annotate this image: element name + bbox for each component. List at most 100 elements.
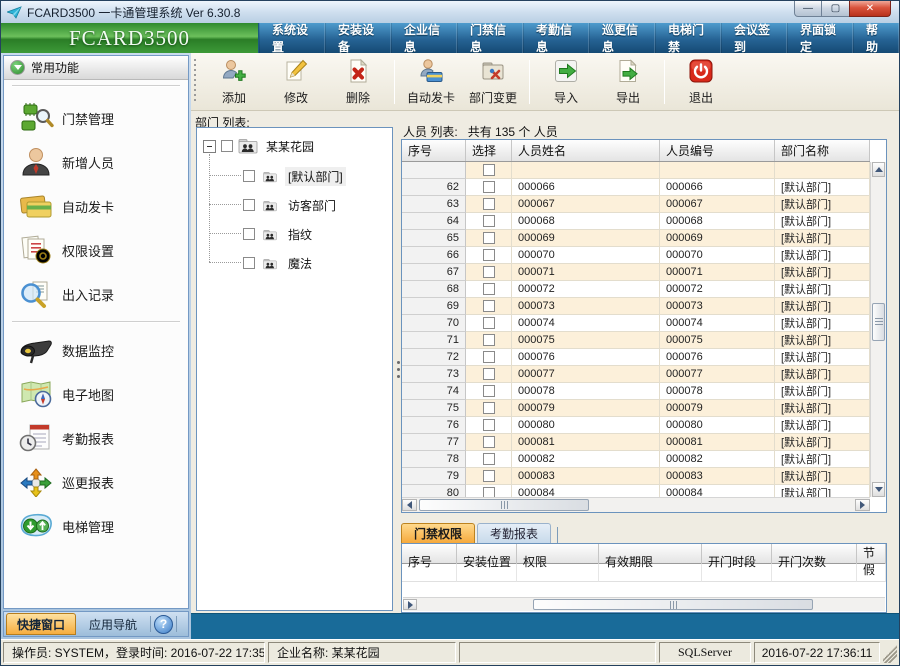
cell-select[interactable] [466, 247, 512, 264]
column-header-5[interactable]: 部门名称 [775, 140, 870, 161]
menu-item-6[interactable]: 巡更信息 [589, 23, 655, 53]
tab-app-navigation[interactable]: 应用导航 [79, 613, 147, 635]
column-header-2[interactable]: 选择 [466, 140, 512, 161]
resize-grip[interactable] [883, 642, 897, 663]
scroll-right-icon[interactable] [855, 499, 870, 511]
row-checkbox[interactable] [483, 283, 495, 295]
toolbar-button-5[interactable]: 部门变更 [462, 56, 524, 108]
row-checkbox[interactable] [483, 249, 495, 261]
table-row[interactable]: 66000070000070[默认部门] [402, 247, 870, 264]
table-row[interactable]: 62000066000066[默认部门] [402, 179, 870, 196]
row-checkbox[interactable] [483, 181, 495, 193]
row-checkbox[interactable] [483, 351, 495, 363]
cell-select[interactable] [466, 264, 512, 281]
cell-select[interactable] [466, 434, 512, 451]
tree-node-1[interactable]: [默认部门] [243, 166, 346, 186]
column-header-4[interactable]: 人员编号 [660, 140, 775, 161]
table-row[interactable]: 76000080000080[默认部门] [402, 417, 870, 434]
close-button[interactable]: ✕ [849, 1, 891, 17]
sidebar-item-4[interactable]: 权限设置 [4, 228, 188, 272]
cell-select[interactable] [466, 196, 512, 213]
cell-select[interactable] [466, 298, 512, 315]
tree-node-checkbox[interactable] [243, 170, 255, 182]
menu-item-1[interactable]: 系统设置 [259, 23, 325, 53]
tree-node-3[interactable]: 指纹 [243, 224, 315, 244]
cell-select[interactable] [466, 230, 512, 247]
cell-select[interactable] [466, 213, 512, 230]
table-row[interactable]: 63000067000067[默认部门] [402, 196, 870, 213]
tree-node-checkbox[interactable] [243, 228, 255, 240]
tab-quick-window[interactable]: 快捷窗口 [6, 613, 76, 635]
table-row[interactable]: 79000083000083[默认部门] [402, 468, 870, 485]
sidebar-item-8[interactable]: 考勤报表 [4, 416, 188, 460]
maximize-button[interactable]: ▢ [822, 1, 849, 17]
menu-item-2[interactable]: 安装设备 [325, 23, 391, 53]
sidebar-item-10[interactable]: 电梯管理 [4, 504, 188, 548]
cell-select[interactable] [466, 332, 512, 349]
sidebar-item-9[interactable]: 巡更报表 [4, 460, 188, 504]
scroll-left-icon[interactable] [402, 499, 417, 511]
horizontal-scrollbar[interactable] [402, 497, 870, 512]
row-checkbox[interactable] [483, 300, 495, 312]
tree-root-checkbox[interactable] [221, 140, 233, 152]
table-row[interactable]: 69000073000073[默认部门] [402, 298, 870, 315]
help-icon[interactable]: ? [154, 615, 173, 634]
row-checkbox[interactable] [483, 470, 495, 482]
hscroll-thumb[interactable] [419, 499, 589, 511]
row-checkbox[interactable] [483, 453, 495, 465]
sidebar-item-3[interactable]: 自动发卡 [4, 184, 188, 228]
table-row[interactable]: 77000081000081[默认部门] [402, 434, 870, 451]
perm-empty-row[interactable] [402, 564, 886, 582]
filter-checkbox-cell[interactable] [466, 162, 512, 179]
toolbar-button-4[interactable]: 自动发卡 [400, 56, 462, 108]
menu-item-right-1[interactable]: 界面锁定 [787, 23, 853, 53]
table-row[interactable]: 78000082000082[默认部门] [402, 451, 870, 468]
column-header-1[interactable]: 序号 [402, 140, 466, 161]
perm-horizontal-scrollbar[interactable] [403, 597, 885, 611]
table-row[interactable]: 65000069000069[默认部门] [402, 230, 870, 247]
sidebar-item-6[interactable]: 数据监控 [4, 328, 188, 372]
row-checkbox[interactable] [483, 215, 495, 227]
table-row[interactable]: 72000076000076[默认部门] [402, 349, 870, 366]
tree-node-checkbox[interactable] [243, 257, 255, 269]
cell-select[interactable] [466, 451, 512, 468]
toolbar-button-7[interactable]: 导出 [597, 56, 659, 108]
table-row[interactable]: 70000074000074[默认部门] [402, 315, 870, 332]
tab-attendance-report[interactable]: 考勤报表 [477, 523, 551, 543]
row-checkbox[interactable] [483, 487, 495, 497]
vscroll-thumb[interactable] [872, 303, 885, 341]
row-checkbox[interactable] [483, 368, 495, 380]
table-row[interactable]: 74000078000078[默认部门] [402, 383, 870, 400]
row-checkbox[interactable] [483, 334, 495, 346]
menu-item-right-2[interactable]: 帮助 [853, 23, 899, 53]
menu-item-4[interactable]: 门禁信息 [457, 23, 523, 53]
collapse-arrow-icon[interactable] [10, 60, 25, 75]
scroll-down-icon[interactable] [872, 482, 885, 497]
toolbar-button-3[interactable]: 删除 [327, 56, 389, 108]
tree-node-4[interactable]: 魔法 [243, 253, 315, 273]
vertical-scrollbar[interactable] [870, 162, 886, 497]
sidebar-item-7[interactable]: 电子地图 [4, 372, 188, 416]
cell-select[interactable] [466, 315, 512, 332]
toolbar-grip[interactable] [194, 59, 196, 104]
minimize-button[interactable]: — [794, 1, 822, 17]
row-checkbox[interactable] [483, 198, 495, 210]
cell-select[interactable] [466, 349, 512, 366]
menu-item-3[interactable]: 企业信息 [391, 23, 457, 53]
cell-select[interactable] [466, 468, 512, 485]
titlebar[interactable]: FCARD3500 一卡通管理系统 Ver 6.30.8 — ▢ ✕ [1, 1, 899, 23]
row-checkbox[interactable] [483, 402, 495, 414]
cell-select[interactable] [466, 179, 512, 196]
scroll-up-icon[interactable] [872, 162, 885, 177]
cell-select[interactable] [466, 417, 512, 434]
table-row[interactable]: 67000071000071[默认部门] [402, 264, 870, 281]
row-checkbox[interactable] [483, 385, 495, 397]
tree-node-root[interactable]: 某某花园 [203, 136, 317, 156]
toolbar-button-1[interactable]: 添加 [203, 56, 265, 108]
toolbar-button-8[interactable]: 退出 [670, 56, 732, 108]
cell-select[interactable] [466, 485, 512, 497]
tree-node-2[interactable]: 访客部门 [243, 195, 339, 215]
table-row[interactable]: 75000079000079[默认部门] [402, 400, 870, 417]
table-row[interactable]: 64000068000068[默认部门] [402, 213, 870, 230]
sidebar-header[interactable]: 常用功能 [4, 56, 188, 80]
